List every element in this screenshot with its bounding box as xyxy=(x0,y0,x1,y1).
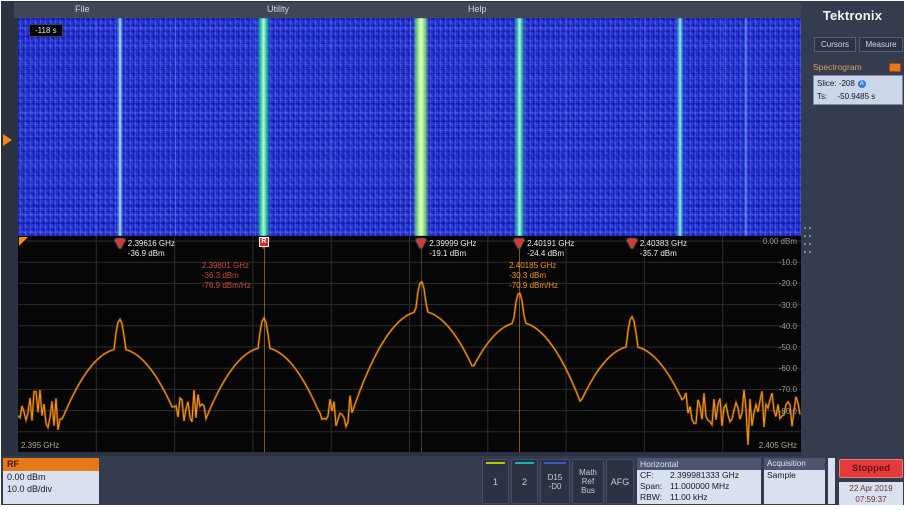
math-ref-bus-button[interactable]: Math Ref Bus xyxy=(572,459,604,504)
menu-bar: File Utility Help xyxy=(14,2,801,18)
spectrogram-time-cursor-tag: -118 s xyxy=(29,24,63,37)
marker-triangle-icon[interactable] xyxy=(115,239,125,249)
horizontal-panel-title: Horizontal xyxy=(637,458,761,470)
marker-a-icon: A xyxy=(858,80,866,88)
channel-1-label: 1 xyxy=(493,477,498,487)
span-label: Span: xyxy=(640,481,670,492)
marker-detail-readout: 2.39801 GHz-36.3 dBm-76.9 dBm/Hz xyxy=(202,261,251,291)
marker-readout: 2.40383 GHz-35.7 dBm xyxy=(640,239,687,259)
ts-row: Ts: -50.9485 s xyxy=(817,90,899,103)
spectrogram-readout-panel[interactable]: Slice: -208A Ts: -50.9485 s xyxy=(813,75,903,105)
bottom-bar: RF 0.00 dBm 10.0 dB/div 1 2 D15 -D0 Math… xyxy=(1,456,904,505)
trace-indicator-icon xyxy=(19,237,28,246)
menu-file[interactable]: File xyxy=(75,4,90,14)
slice-row: Slice: -208A xyxy=(817,77,899,90)
time-text: 07:59:37 xyxy=(839,494,903,505)
rf-level: 0.00 dBm xyxy=(3,471,99,483)
spectrogram-signal-line xyxy=(413,18,429,236)
menu-utility[interactable]: Utility xyxy=(267,4,289,14)
rbw-value: 11.00 kHz xyxy=(670,492,708,503)
horizontal-panel[interactable]: Horizontal CF:2.399981333 GHz Span:11.00… xyxy=(637,458,761,504)
spectrogram-panel-title: Spectrogram xyxy=(813,62,862,72)
channel-2-label: 2 xyxy=(522,477,527,487)
splitter-handle[interactable] xyxy=(804,227,812,257)
rf-badge-title: RF xyxy=(3,458,99,471)
menu-help[interactable]: Help xyxy=(468,4,487,14)
marker-stem xyxy=(264,249,265,452)
rf-scale: 10.0 dB/div xyxy=(3,483,99,495)
right-sidebar: Tektronix Cursors Measure Spectrogram Sl… xyxy=(801,1,904,456)
screenshot-page: File Utility Help -118 s 0.00 dBm -10.0 -… xyxy=(0,0,905,510)
marker-stem xyxy=(421,249,422,452)
spectrogram-signal-line xyxy=(744,18,748,236)
acquisition-panel[interactable]: Acquisition Sample xyxy=(764,458,825,504)
marker-readout: 2.39616 GHz-36.9 dBm xyxy=(128,239,175,259)
datetime-panel: 22 Apr 2019 07:59:37 xyxy=(839,482,903,505)
freq-axis-right-label: 2.405 GHz xyxy=(759,441,797,450)
acquisition-mode: Sample xyxy=(764,470,825,481)
slice-label: Slice: xyxy=(817,79,837,88)
ts-value: -50.9485 s xyxy=(837,92,875,101)
marker-triangle-icon[interactable] xyxy=(514,239,524,249)
marker-detail-readout: 2.40185 GHz-30.3 dBm-70.9 dBm/Hz xyxy=(509,261,558,291)
afg-label: AFG xyxy=(611,477,630,487)
reference-marker-badge[interactable]: R xyxy=(259,237,269,247)
channel-2-button[interactable]: 2 xyxy=(511,459,538,504)
slice-position-arrow-icon[interactable] xyxy=(3,134,12,146)
run-stop-status-button[interactable]: Stopped xyxy=(839,459,903,478)
channel-2-color-line xyxy=(515,462,534,464)
digital-channels-color-line xyxy=(544,462,566,464)
amplitude-top-label: 0.00 dBm xyxy=(763,237,797,246)
afg-button[interactable]: AFG xyxy=(606,459,634,504)
rbw-label: RBW: xyxy=(640,492,670,503)
spectrogram-signal-line xyxy=(676,18,684,236)
tektronix-logo: Tektronix xyxy=(801,8,904,23)
channel-1-button[interactable]: 1 xyxy=(482,459,509,504)
marker-readout: 2.40191 GHz-24.4 dBm xyxy=(527,239,574,259)
y-tick-label: -50.0 xyxy=(779,343,797,352)
spectrum-plot[interactable]: 0.00 dBm -10.0 -20.0 -30.0 -40.0 -50.0 -60.0 -… xyxy=(18,236,801,452)
spectrogram-panel-icon[interactable] xyxy=(889,63,901,72)
y-tick-label: -70.0 xyxy=(779,385,797,394)
cursors-button[interactable]: Cursors xyxy=(814,37,856,52)
slice-value: -208 xyxy=(839,79,855,88)
y-tick-label: -60.0 xyxy=(779,364,797,373)
spectrogram-display[interactable]: -118 s xyxy=(18,18,801,236)
spectrogram-signal-line xyxy=(514,18,525,236)
digital-channels-label: D15 -D0 xyxy=(548,473,563,491)
freq-axis-left-label: 2.395 GHz xyxy=(21,441,59,450)
y-tick-label: -80.0 xyxy=(779,407,797,416)
ts-label: Ts: xyxy=(817,92,827,101)
span-value: 11.000000 MHz xyxy=(670,481,729,492)
oscilloscope-screen: File Utility Help -118 s 0.00 dBm -10.0 -… xyxy=(1,1,904,505)
channel-1-color-line xyxy=(486,462,505,464)
measure-button[interactable]: Measure xyxy=(859,37,903,52)
marker-readout: 2.39999 GHz-19.1 dBm xyxy=(429,239,476,259)
acquisition-panel-title: Acquisition xyxy=(764,458,825,470)
y-tick-label: -40.0 xyxy=(779,322,797,331)
cf-value: 2.399981333 GHz xyxy=(670,470,739,481)
date-text: 22 Apr 2019 xyxy=(839,483,903,494)
rf-channel-badge[interactable]: RF 0.00 dBm 10.0 dB/div xyxy=(3,458,99,504)
marker-triangle-icon[interactable] xyxy=(627,239,637,249)
spectrogram-signal-line xyxy=(117,18,123,236)
y-tick-label: -30.0 xyxy=(779,301,797,310)
marker-triangle-icon[interactable] xyxy=(416,239,426,249)
y-tick-label: -20.0 xyxy=(779,279,797,288)
digital-channels-button[interactable]: D15 -D0 xyxy=(540,459,570,504)
spectrogram-signal-line xyxy=(257,18,270,236)
math-ref-bus-label: Math Ref Bus xyxy=(579,468,597,495)
cf-label: CF: xyxy=(640,470,670,481)
spectrogram-panel-header[interactable]: Spectrogram xyxy=(813,61,903,74)
side-strip xyxy=(828,458,835,504)
y-tick-label: -10.0 xyxy=(779,258,797,267)
